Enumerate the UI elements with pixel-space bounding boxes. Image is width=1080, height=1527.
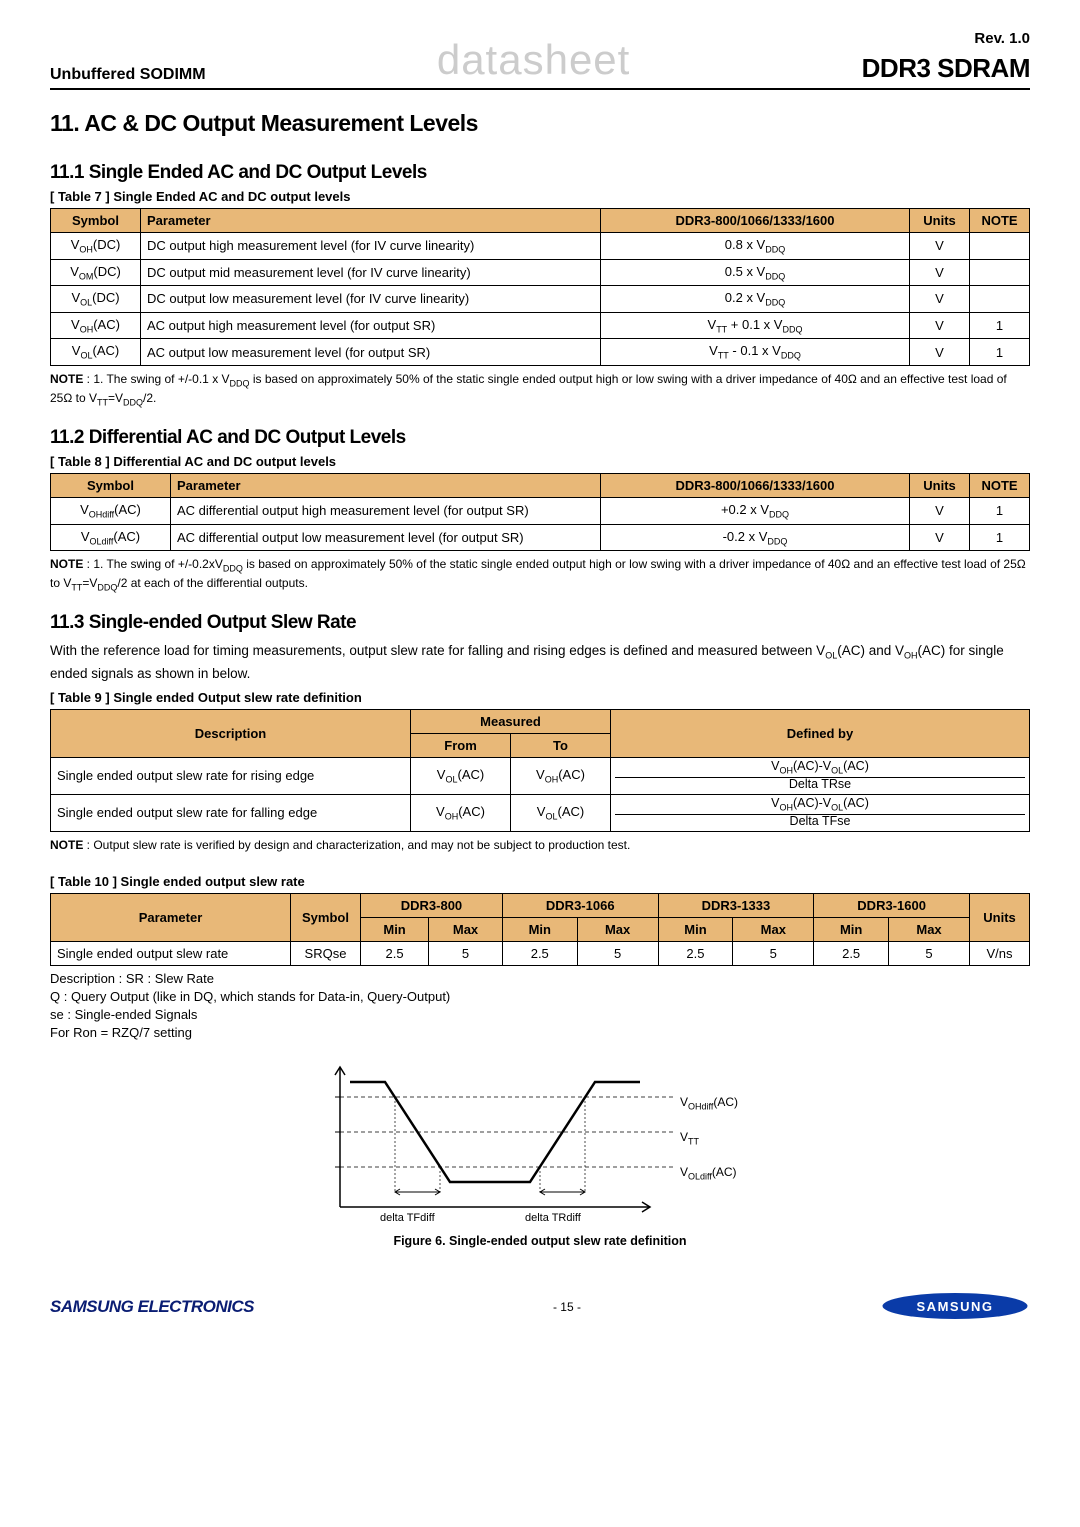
table10: Parameter Symbol DDR3-800 DDR3-1066 DDR3… <box>50 893 1030 966</box>
th-ddr3-1333: DDR3-1333 <box>658 893 814 917</box>
th-units: Units <box>970 893 1030 941</box>
figure6-caption: Figure 6. Single-ended output slew rate … <box>50 1234 1030 1248</box>
th-note: NOTE <box>970 473 1030 497</box>
header-subtitle: Unbuffered SODIMM <box>50 66 206 84</box>
th-speed: DDR3-800/1066/1333/1600 <box>601 473 910 497</box>
th-ddr3-1066: DDR3-1066 <box>502 893 658 917</box>
intro-paragraph: With the reference load for timing measu… <box>50 640 1030 685</box>
th-speed: DDR3-800/1066/1333/1600 <box>601 209 910 233</box>
label-tfdiff: delta TFdiff <box>380 1212 435 1224</box>
th-max: Max <box>889 917 970 941</box>
th-description: Description <box>51 709 411 757</box>
label-trdiff: delta TRdiff <box>525 1212 581 1224</box>
th-symbol: Symbol <box>51 473 171 497</box>
th-parameter: Parameter <box>171 473 601 497</box>
table-row: VOM(DC) DC output mid measurement level … <box>51 259 1030 286</box>
description-notes: Description : SR : Slew Rate Q : Query O… <box>50 970 1030 1043</box>
th-definedby: Defined by <box>611 709 1030 757</box>
th-max: Max <box>733 917 814 941</box>
page-header: Unbuffered SODIMM datasheet Rev. 1.0 DDR… <box>50 30 1030 90</box>
table-row: VOL(DC) DC output low measurement level … <box>51 286 1030 313</box>
table8-note: NOTE : 1. The swing of +/-0.2xVDDQ is ba… <box>50 556 1030 594</box>
footer-company: SAMSUNG ELECTRONICS <box>50 1297 254 1317</box>
th-symbol: Symbol <box>51 209 141 233</box>
th-ddr3-1600: DDR3-1600 <box>814 893 970 917</box>
th-max: Max <box>577 917 658 941</box>
th-units: Units <box>910 209 970 233</box>
table7-note: NOTE : 1. The swing of +/-0.1 x VDDQ is … <box>50 371 1030 409</box>
svg-text:SAMSUNG: SAMSUNG <box>917 1299 994 1314</box>
th-to: To <box>511 733 611 757</box>
th-symbol: Symbol <box>291 893 361 941</box>
table-row: Single ended output slew rate SRQse 2.55… <box>51 941 1030 965</box>
th-min: Min <box>502 917 577 941</box>
table-row: Single ended output slew rate for rising… <box>51 757 1030 794</box>
table-row: Single ended output slew rate for fallin… <box>51 794 1030 831</box>
table9: Description Measured Defined by From To … <box>50 709 1030 832</box>
page-footer: SAMSUNG ELECTRONICS - 15 - SAMSUNG <box>50 1288 1030 1327</box>
th-parameter: Parameter <box>51 893 291 941</box>
header-watermark: datasheet <box>437 36 631 84</box>
table10-caption: [ Table 10 ] Single ended output slew ra… <box>50 874 1030 889</box>
header-right: Rev. 1.0 DDR3 SDRAM <box>862 30 1030 84</box>
th-from: From <box>411 733 511 757</box>
th-parameter: Parameter <box>141 209 601 233</box>
table-row: VOL(AC) AC output low measurement level … <box>51 339 1030 366</box>
subsection-11-1: 11.1 Single Ended AC and DC Output Level… <box>50 162 1030 184</box>
table-row: VOH(DC) DC output high measurement level… <box>51 233 1030 260</box>
subsection-11-2: 11.2 Differential AC and DC Output Level… <box>50 427 1030 449</box>
slew-rate-diagram-icon <box>280 1057 800 1227</box>
th-note: NOTE <box>970 209 1030 233</box>
product-title: DDR3 SDRAM <box>862 53 1030 84</box>
table9-note: NOTE : Output slew rate is verified by d… <box>50 837 1030 854</box>
table8: Symbol Parameter DDR3-800/1066/1333/1600… <box>50 473 1030 551</box>
th-min: Min <box>814 917 889 941</box>
label-voh: VOHdiff(AC) <box>680 1095 738 1111</box>
samsung-logo-icon: SAMSUNG <box>880 1288 1030 1327</box>
th-measured: Measured <box>411 709 611 733</box>
table7: Symbol Parameter DDR3-800/1066/1333/1600… <box>50 208 1030 366</box>
th-max: Max <box>429 917 503 941</box>
table-row: VOH(AC) AC output high measurement level… <box>51 312 1030 339</box>
table-row: VOHdiff(AC) AC differential output high … <box>51 497 1030 524</box>
th-units: Units <box>910 473 970 497</box>
label-vtt: VTT <box>680 1130 699 1146</box>
table-row: VOLdiff(AC) AC differential output low m… <box>51 524 1030 551</box>
section-title: 11. AC & DC Output Measurement Levels <box>50 110 1030 137</box>
table9-caption: [ Table 9 ] Single ended Output slew rat… <box>50 690 1030 705</box>
th-ddr3-800: DDR3-800 <box>361 893 503 917</box>
revision: Rev. 1.0 <box>862 30 1030 47</box>
th-min: Min <box>658 917 733 941</box>
table8-caption: [ Table 8 ] Differential AC and DC outpu… <box>50 454 1030 469</box>
label-vol: VOLdiff(AC) <box>680 1165 737 1181</box>
subsection-11-3: 11.3 Single-ended Output Slew Rate <box>50 612 1030 634</box>
table7-caption: [ Table 7 ] Single Ended AC and DC outpu… <box>50 189 1030 204</box>
figure6-diagram: VOHdiff(AC) VTT VOLdiff(AC) delta TFdiff… <box>280 1057 800 1230</box>
page-number: - 15 - <box>553 1300 581 1314</box>
th-min: Min <box>361 917 429 941</box>
